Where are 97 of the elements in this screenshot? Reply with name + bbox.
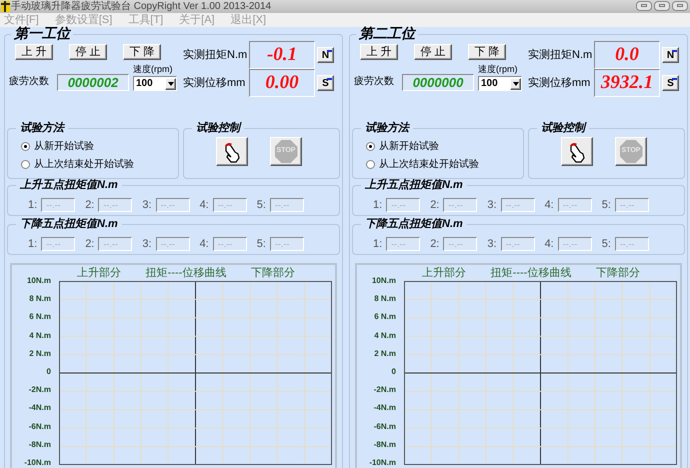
point-label: 3:	[487, 237, 497, 252]
point-label: 2:	[85, 198, 94, 213]
dash-icon	[672, 50, 677, 52]
displacement-display: 0.00	[249, 69, 315, 97]
axis-label: 2 N.m	[374, 350, 396, 358]
point-label: 5:	[256, 198, 266, 213]
chart-label: 上升部分	[422, 268, 466, 279]
point-label: 4:	[200, 237, 209, 252]
point-label: 2:	[85, 237, 94, 252]
axis-label: 4 N.m	[29, 332, 51, 340]
displacement-display: 3932.1	[594, 69, 660, 97]
method-radio[interactable]: 从新开始试验	[21, 139, 170, 154]
point-label: 5:	[256, 237, 266, 252]
station-title: 第一工位	[13, 27, 72, 41]
group-title: 下降五点扭矩值N.m	[19, 219, 119, 230]
point-label: 4:	[200, 198, 209, 213]
displacement-label: 实测位移mm	[183, 76, 246, 91]
axis-label: -10N.m	[24, 458, 51, 467]
chart-label: 下降部分	[596, 268, 640, 279]
motion-button[interactable]: 停 止	[69, 44, 107, 60]
axis-label: 0	[46, 368, 51, 376]
speed-label: 速度(rpm)	[478, 65, 518, 74]
motion-button[interactable]: 上 升	[15, 44, 53, 60]
point-label: 2:	[430, 198, 440, 213]
axis-label: 8 N.m	[374, 295, 396, 304]
axis-label: -2N.m	[28, 386, 51, 394]
torque-display: -0.1	[249, 41, 315, 69]
axis-label: -6N.m	[28, 422, 51, 430]
point-label: 1:	[373, 237, 382, 252]
group-title: 上升五点扭矩值N.m	[364, 180, 464, 191]
dash-icon	[327, 50, 332, 52]
axis-label: -4N.m	[28, 404, 51, 412]
point-label: 2:	[430, 237, 440, 252]
point-label: 4:	[544, 237, 554, 252]
axis-label: 6 N.m	[29, 313, 51, 322]
point-label: 5:	[602, 237, 611, 252]
axis-label: -2N.m	[374, 386, 396, 394]
chart-label: 上升部分	[77, 268, 121, 279]
start-button[interactable]	[216, 137, 248, 166]
hand-pointer-icon	[222, 140, 242, 162]
axis-label: 2 N.m	[29, 350, 51, 358]
torque-display: 0.0	[594, 41, 660, 69]
group-title: 下降五点扭矩值N.m	[364, 219, 464, 230]
motion-button[interactable]: 下 降	[468, 44, 506, 60]
fatigue-label: 疲劳次数	[9, 74, 50, 89]
set-button[interactable]: S	[317, 75, 334, 91]
motion-button[interactable]: 下 降	[123, 44, 161, 60]
axis-label: -4N.m	[374, 404, 396, 412]
point-label: 3:	[142, 237, 152, 252]
minimize-icon[interactable]	[636, 0, 652, 10]
method-radio[interactable]: 从上次结束处开始试验	[21, 157, 170, 172]
group-title: 上升五点扭矩值N.m	[18, 180, 119, 191]
speed-select[interactable]: 100	[478, 76, 522, 91]
group-title: 试验控制	[195, 123, 243, 134]
axis-label: 6 N.m	[374, 313, 396, 322]
speed-label: 速度(rpm)	[133, 65, 174, 74]
axis-label: 4 N.m	[374, 332, 396, 340]
chart-label: 扭矩----位移曲线	[146, 268, 226, 279]
axis-label: 10N.m	[26, 277, 51, 285]
group-title: 试验方法	[364, 123, 411, 134]
axis-label: -6N.m	[374, 422, 396, 430]
group-title: 试验控制	[540, 123, 588, 134]
torque-label: 实测扭矩N.m	[183, 48, 248, 63]
fatigue-count-display: 0000000	[402, 74, 474, 91]
chart-label: 下降部分	[251, 268, 295, 279]
point-label: 5:	[602, 198, 611, 213]
app-icon	[1, 1, 10, 12]
point-label: 3:	[487, 198, 497, 213]
point-label: 1:	[373, 198, 382, 213]
axis-label: 0	[392, 368, 396, 376]
point-label: 1:	[28, 198, 38, 213]
point-label: 3:	[142, 198, 152, 213]
chart-label: 扭矩----位移曲线	[490, 268, 572, 279]
motion-button[interactable]: 停 止	[414, 44, 452, 60]
dash-icon	[672, 78, 677, 80]
fatigue-label: 疲劳次数	[354, 74, 395, 89]
fatigue-count-display: 0000002	[57, 74, 129, 91]
station-title: 第二工位	[358, 27, 417, 41]
axis-label: -10N.m	[369, 458, 396, 467]
point-label: 1:	[28, 237, 38, 252]
axis-label: 8 N.m	[29, 295, 51, 304]
displacement-label: 实测位移mm	[528, 76, 592, 91]
torque-label: 实测扭矩N.m	[528, 48, 594, 63]
window-title: 手动玻璃升降器疲劳试验台 CopyRight Ver 1.00 2013-2014	[11, 2, 272, 12]
axis-label: 10N.m	[372, 277, 396, 285]
point-label: 4:	[544, 198, 554, 213]
axis-label: -8N.m	[28, 440, 51, 449]
set-button[interactable]: S	[662, 75, 679, 91]
speed-select[interactable]: 100	[133, 76, 177, 91]
start-button[interactable]	[561, 137, 593, 166]
dash-icon	[327, 78, 332, 80]
axis-label: -8N.m	[374, 440, 396, 449]
motion-button[interactable]: 上 升	[360, 44, 398, 60]
group-title: 试验方法	[19, 123, 66, 134]
method-radio[interactable]: 从新开始试验	[366, 139, 515, 154]
method-radio[interactable]: 从上次结束处开始试验	[366, 157, 515, 172]
hand-pointer-icon	[567, 140, 587, 162]
